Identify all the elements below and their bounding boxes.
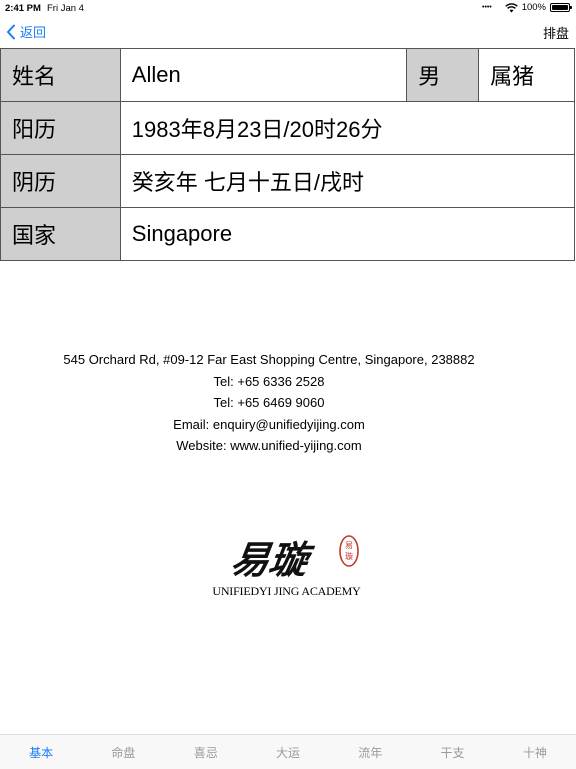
website-text: Website: www.unified-yijing.com <box>176 438 362 454</box>
tab-yearly[interactable]: 流年 <box>329 735 411 769</box>
svg-text:易: 易 <box>345 541 353 550</box>
lunar-label: 阴历 <box>0 154 121 208</box>
chevron-left-icon <box>7 24 15 39</box>
profile-table: 姓名 Allen 男 属猪 阳历 1983年8月23日/20时26分 阴历 癸亥… <box>0 48 576 261</box>
country-row: 国家 Singapore <box>0 207 576 261</box>
country-value: Singapore <box>119 207 576 261</box>
status-date: Fri Jan 4 <box>47 3 84 14</box>
back-button[interactable]: 返回 <box>6 22 46 41</box>
tab-favorable[interactable]: 喜忌 <box>165 735 247 769</box>
status-bar: 2:41 PM Fri Jan 4 • • • • 100% <box>0 0 576 16</box>
lunar-value: 癸亥年 七月十五日/戌时 <box>119 154 576 208</box>
tab-chart[interactable]: 命盘 <box>82 735 164 769</box>
gender-value: 男 <box>406 48 480 102</box>
navigation-bar: 返回 排盘 <box>0 16 576 48</box>
tab-major-luck[interactable]: 大运 <box>247 735 329 769</box>
logo-text: UNIFIEDYI JING ACADEMY <box>212 584 361 598</box>
name-label: 姓名 <box>0 48 121 102</box>
phone-2: Tel: +65 6469 9060 <box>213 395 325 411</box>
name-row: 姓名 Allen 男 属猪 <box>0 48 575 102</box>
solar-label: 阳历 <box>0 101 121 155</box>
battery-fill <box>552 5 568 10</box>
status-time: 2:41 PM <box>5 3 41 14</box>
address-text: 545 Orchard Rd, #09-12 Far East Shopping… <box>63 352 475 367</box>
name-value: Allen <box>119 48 408 102</box>
status-right: • • • • 100% <box>482 2 572 13</box>
email-text: Email: enquiry@unifiedyijing.com <box>173 416 365 432</box>
svg-text:璇: 璇 <box>345 551 353 561</box>
contact-info: 545 Orchard Rd, #09-12 Far East Shopping… <box>0 349 538 457</box>
phone-1: Tel: +65 6336 2528 <box>213 373 325 389</box>
zodiac-value: 属猪 <box>478 48 575 102</box>
lunar-row: 阴历 癸亥年 七月十五日/戌时 <box>0 154 576 208</box>
solar-value: 1983年8月23日/20时26分 <box>119 101 576 155</box>
logo-calligraphy: 易璇 <box>228 538 317 583</box>
country-label: 国家 <box>0 207 121 261</box>
solar-row: 阳历 1983年8月23日/20时26分 <box>0 101 576 155</box>
arrange-chart-button[interactable]: 排盘 <box>543 23 569 42</box>
battery-icon <box>550 3 572 12</box>
signal-dots-icon: • • • • <box>482 4 492 11</box>
back-label: 返回 <box>20 25 47 40</box>
tab-ten-gods[interactable]: 十神 <box>494 735 576 769</box>
tab-bar: 基本 命盘 喜忌 大运 流年 干支 十神 <box>0 734 576 769</box>
wifi-icon <box>504 2 518 12</box>
tab-basic[interactable]: 基本 <box>0 735 82 769</box>
battery-percent: 100% <box>521 2 546 13</box>
tab-stems-branches[interactable]: 干支 <box>411 735 493 769</box>
